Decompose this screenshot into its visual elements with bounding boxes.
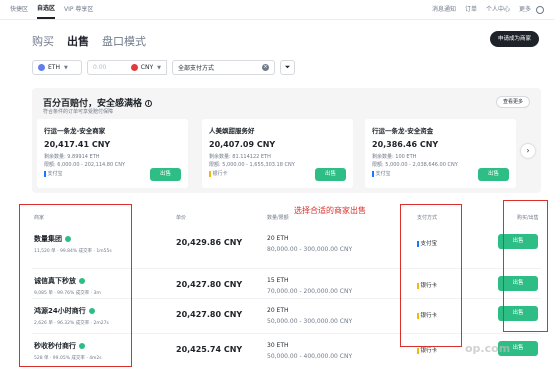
coin-select-value: ETH <box>48 64 60 71</box>
price: 20,425.74 CNY <box>176 345 243 354</box>
price: 20,429.86 CNY <box>176 238 243 247</box>
annotation-box-payment <box>400 204 462 347</box>
nav-vip-zone[interactable]: VIP 尊享区 <box>64 0 93 20</box>
payment-select-value: 全部支付方式 <box>178 65 215 72</box>
cny-icon <box>130 64 138 71</box>
limit: 50,000.00 - 300,000.00 CNY <box>267 318 353 325</box>
card-sell-button[interactable]: 出售 <box>315 168 346 181</box>
promo-card: 人美飒甜服务好 20,407.09 CNY 剩余数量: 81.114122 ET… <box>202 119 353 188</box>
card-remaining: 剩余数量: 9.89914 ETH <box>44 154 100 160</box>
nav-user-center[interactable]: 个人中心 <box>486 0 510 20</box>
card-merchant-name[interactable]: 行运一条龙-安全资金 <box>372 125 433 135</box>
top-nav: 快捷区 自选区 VIP 尊享区 消息通知 订单 个人中心 更多 <box>0 0 554 20</box>
payment-bar-icon <box>209 170 211 177</box>
annotation-box-merchant <box>19 204 132 367</box>
amount: 30 ETH <box>267 342 289 349</box>
col-price: 单价 <box>176 215 187 221</box>
promo-subtitle: 符合条件的订单可享受赔付保障 <box>43 109 114 115</box>
coin-select[interactable]: ETH ▼ <box>32 60 82 75</box>
nav-notifications[interactable]: 消息通知 <box>432 0 456 20</box>
help-icon[interactable] <box>536 5 544 14</box>
chevron-down-icon: ▼ <box>63 64 68 71</box>
view-more-button[interactable]: 查看更多 <box>495 96 530 108</box>
card-price: 20,417.41 CNY <box>44 140 111 149</box>
payment-bar-icon <box>44 170 46 177</box>
nav-orders[interactable]: 订单 <box>465 0 477 20</box>
filter-icon[interactable]: ⏷ <box>280 60 295 75</box>
annotation-label: 选择合适的商家出售 <box>294 206 366 215</box>
tab-sell[interactable]: 出售 <box>67 33 89 49</box>
trade-tabs: 购买 出售 盘口模式 <box>32 33 159 49</box>
payment-bar-icon <box>417 347 419 354</box>
card-price: 20,386.46 CNY <box>372 140 439 149</box>
nav-more[interactable]: 更多 <box>519 0 531 20</box>
card-merchant-name[interactable]: 行运一条龙-安全商家 <box>44 125 105 135</box>
promo-banner: 百分百赔付，安全感满格 i 符合条件的订单可享受赔付保障 查看更多 行运一条龙-安… <box>32 88 541 193</box>
annotation-box-sell <box>503 200 548 332</box>
card-sell-button[interactable]: 出售 <box>478 168 509 181</box>
tab-buy[interactable]: 购买 <box>32 33 54 49</box>
card-limit: 限额: 5,000.00 - 1,655,303.18 CNY <box>209 162 295 168</box>
limit: 70,000.00 - 200,000.00 CNY <box>267 288 353 295</box>
limit: 80,000.00 - 300,000.00 CNY <box>267 246 353 253</box>
col-amount-limit: 数量/限额 <box>267 215 289 221</box>
amount: 20 ETH <box>267 235 289 242</box>
currency-select-value[interactable]: CNY <box>141 64 153 71</box>
filter-bar: ETH ▼ 0.00 CNY ▼ 全部支付方式 × ⏷ <box>32 60 295 75</box>
promo-card: 行运一条龙-安全资金 20,386.46 CNY 剩余数量: 100 ETH 限… <box>365 119 516 188</box>
promo-card: 行运一条龙-安全商家 20,417.41 CNY 剩余数量: 9.89914 E… <box>37 119 188 188</box>
card-limit: 限额: 5,000.00 - 2,038,646.00 CNY <box>372 162 458 168</box>
card-remaining: 剩余数量: 81.114122 ETH <box>209 154 271 160</box>
eth-icon <box>38 64 45 71</box>
card-remaining: 剩余数量: 100 ETH <box>372 154 417 160</box>
amount: 20 ETH <box>267 307 289 314</box>
nav-custom-zone[interactable]: 自选区 <box>37 0 56 19</box>
nav-quick-zone[interactable]: 快捷区 <box>10 0 28 20</box>
watermark: op.com <box>465 342 511 355</box>
card-price: 20,407.09 CNY <box>209 140 276 149</box>
card-payment: 支付宝 <box>372 170 391 177</box>
card-merchant-name[interactable]: 人美飒甜服务好 <box>209 125 255 135</box>
payment-select[interactable]: 全部支付方式 × <box>172 60 275 75</box>
price: 20,427.80 CNY <box>176 280 243 289</box>
price: 20,427.80 CNY <box>176 310 243 319</box>
card-limit: 限额: 6,000.00 - 202,114.80 CNY <box>44 162 126 168</box>
info-icon[interactable]: i <box>145 100 153 107</box>
amount-placeholder: 0.00 <box>93 64 107 71</box>
amount: 15 ETH <box>267 277 289 284</box>
apply-merchant-button[interactable]: 申请成为商家 <box>489 31 539 47</box>
clear-icon[interactable]: × <box>262 64 269 71</box>
chevron-down-icon: ▼ <box>157 64 161 71</box>
chevron-right-icon[interactable]: › <box>521 144 535 158</box>
limit: 50,000.00 - 400,000.00 CNY <box>267 353 353 360</box>
card-payment: 银行卡 <box>209 170 228 177</box>
payment-method: 银行卡 <box>417 346 437 354</box>
amount-input[interactable]: 0.00 CNY ▼ <box>87 60 167 75</box>
tab-orderbook-mode[interactable]: 盘口模式 <box>102 33 146 49</box>
payment-bar-icon <box>372 170 374 177</box>
card-sell-button[interactable]: 出售 <box>150 168 181 181</box>
card-payment: 支付宝 <box>44 170 63 177</box>
